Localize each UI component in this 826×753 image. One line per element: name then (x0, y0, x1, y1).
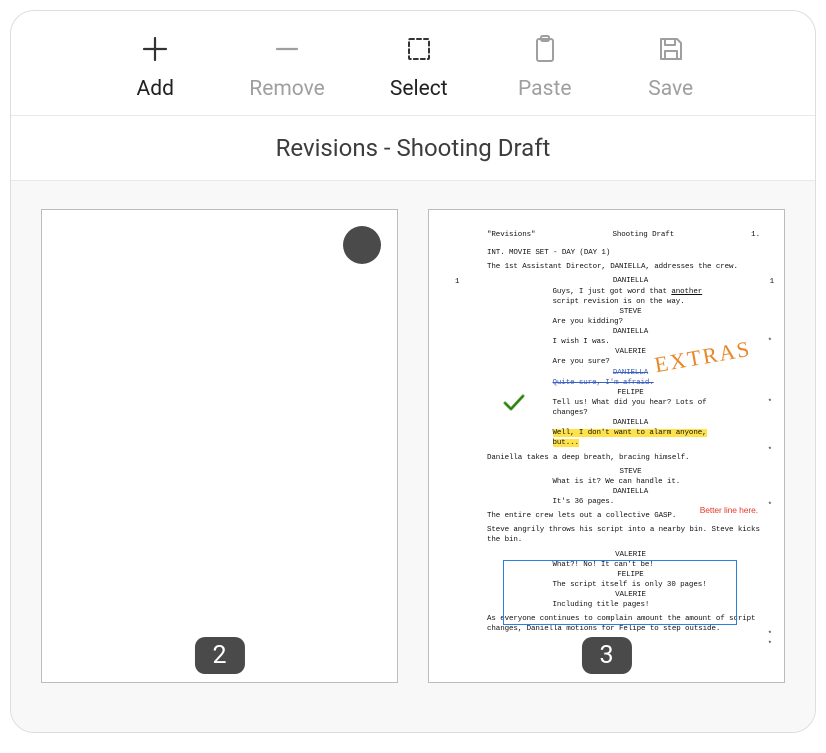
character-cue: VALERIE (561, 550, 701, 560)
script-content: "Revisions" Shooting Draft 1. 1 INT. MOV… (447, 230, 774, 622)
select-button[interactable]: Select (387, 31, 451, 101)
paste-label: Paste (518, 77, 571, 101)
page-number-badge: 3 (581, 637, 631, 674)
remove-button[interactable]: Remove (249, 31, 325, 101)
script-title: "Revisions" (487, 230, 535, 240)
remove-label: Remove (249, 77, 325, 101)
paste-button[interactable]: Paste (513, 31, 577, 101)
red-annotation: Better line here. (700, 505, 758, 516)
revision-star: * (768, 446, 772, 456)
dialogue-strike: Quite sure, I'm afraid. (553, 378, 709, 388)
page-title: Revisions - Shooting Draft (11, 116, 815, 181)
scene-number-left: 1 (455, 277, 459, 287)
action-line: Steve angrily throws his script into a n… (487, 525, 760, 545)
character-cue: FELIPE (561, 388, 701, 398)
minus-icon (269, 31, 305, 67)
action-line: The 1st Assistant Director, DANIELLA, ad… (487, 262, 760, 272)
select-icon (401, 31, 437, 67)
revision-star: * (768, 337, 772, 347)
script-page-num: 1. (751, 230, 760, 240)
page-number-badge: 2 (194, 637, 244, 674)
page-thumbnail-3[interactable]: "Revisions" Shooting Draft 1. 1 INT. MOV… (428, 209, 785, 683)
add-label: Add (137, 77, 174, 101)
plus-icon (137, 31, 173, 67)
revision-star: * (768, 630, 772, 640)
script-draft: Shooting Draft (612, 230, 674, 240)
save-label: Save (648, 77, 693, 101)
select-label: Select (390, 77, 448, 101)
page-thumbnail-2[interactable]: 2 (41, 209, 398, 683)
script-header: "Revisions" Shooting Draft 1. (487, 230, 760, 240)
dialogue: It's 36 pages. (553, 497, 709, 507)
dialogue-highlight: Well, I don't want to alarm anyone, but.… (553, 428, 709, 448)
blue-box-annotation (503, 560, 737, 625)
add-button[interactable]: Add (123, 31, 187, 101)
window: Add Remove Select Paste Save Revi (10, 10, 816, 733)
character-cue: DANIELLA (561, 487, 701, 497)
revision-star: * (768, 501, 772, 511)
character-cue: DANIELLA (561, 327, 701, 337)
toolbar: Add Remove Select Paste Save (11, 11, 815, 116)
save-button[interactable]: Save (639, 31, 703, 101)
character-cue: DANIELLA (561, 418, 701, 428)
revision-star: * (768, 398, 772, 408)
floppy-icon (653, 31, 689, 67)
scene-number-right: 1 (770, 277, 774, 287)
revision-star: * (768, 640, 772, 650)
clipboard-icon (527, 31, 563, 67)
page-hole-punch (343, 226, 381, 264)
scene-heading: INT. MOVIE SET - DAY (DAY 1) (487, 248, 774, 258)
character-cue: STEVE (561, 467, 701, 477)
pages-area: 2 "Revisions" Shooting Draft 1. 1 INT. M… (11, 181, 815, 732)
action-line: Daniella takes a deep breath, bracing hi… (487, 453, 760, 463)
character-cue: DANIELLA (561, 276, 701, 286)
character-cue: STEVE (561, 307, 701, 317)
dialogue: Are you kidding? (553, 317, 709, 327)
dialogue: What is it? We can handle it. (553, 477, 709, 487)
checkmark-annotation (503, 394, 523, 410)
dialogue: Tell us! What did you hear? Lots of chan… (553, 398, 709, 418)
dialogue: Guys, I just got word that anotherscript… (553, 287, 709, 307)
